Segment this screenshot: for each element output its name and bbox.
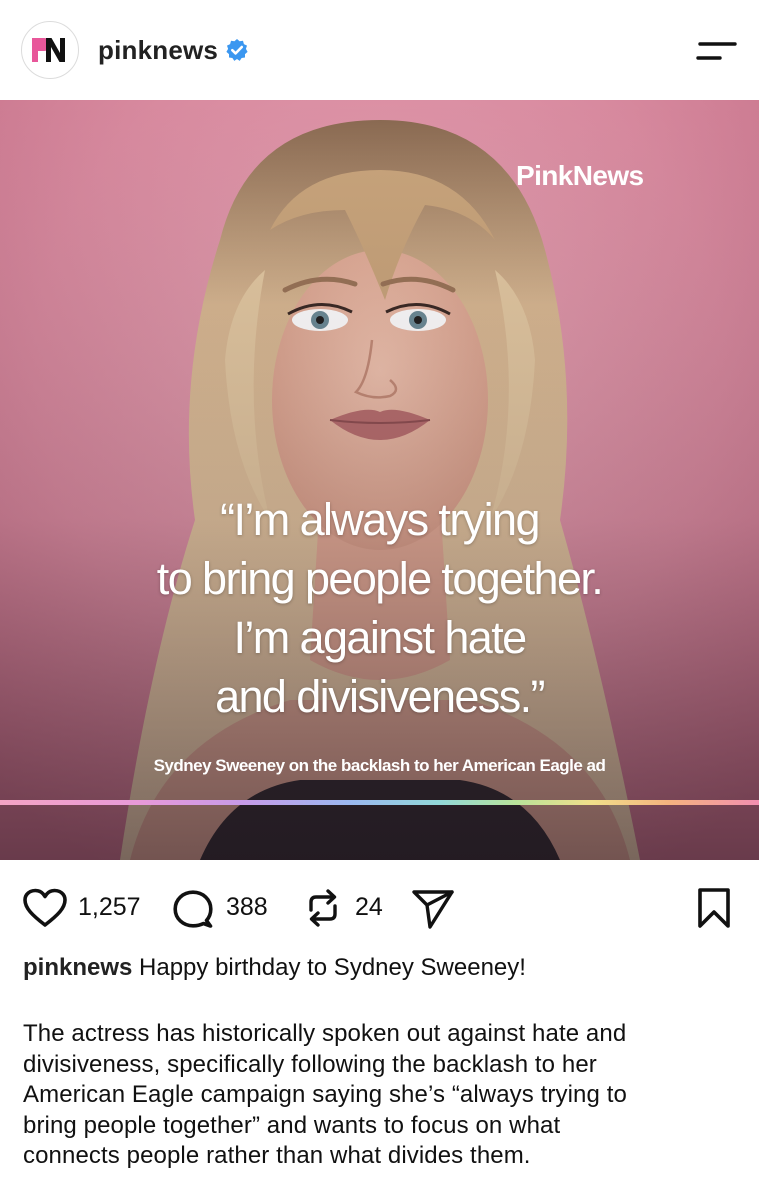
verified-badge-icon [226, 39, 248, 61]
menu-icon[interactable] [696, 40, 738, 62]
quote-line: I’m against hate [233, 612, 527, 663]
post-actions: 1,257 388 24 [0, 876, 759, 940]
portrait-photo [0, 100, 759, 860]
caption-body-line: The actress has historically spoken out … [23, 1020, 627, 1047]
caption-text: Happy birthday to Sydney Sweeney! [139, 954, 526, 981]
caption-body: The actress has historically spoken out … [23, 1019, 735, 1172]
rainbow-divider [0, 800, 759, 805]
caption-username[interactable]: pinknews [23, 954, 132, 981]
like-count[interactable]: 1,257 [78, 892, 141, 922]
quote-line: to bring people together. [156, 553, 604, 604]
caption-body-line: bring people together” and wants to focu… [23, 1111, 561, 1139]
quote-line: and divisiveness.” [215, 671, 545, 722]
repost-count[interactable]: 24 [355, 892, 383, 922]
share-icon[interactable] [410, 888, 456, 930]
pinknews-logo-icon [32, 38, 65, 62]
avatar[interactable] [21, 21, 79, 79]
quote-line: “I’m always trying [220, 494, 540, 545]
bookmark-icon[interactable] [696, 887, 732, 929]
comment-icon[interactable] [172, 889, 214, 929]
caption-body-line: divisiveness, specifically following the… [23, 1050, 597, 1078]
quote-attribution: Sydney Sweeney on the backlash to her Am… [153, 756, 606, 775]
post-header: pinknews [0, 0, 759, 100]
pinknews-watermark: PinkNews [516, 160, 644, 191]
post-image[interactable]: PinkNews “I’m always trying to bring peo… [0, 100, 759, 860]
comment-count[interactable]: 388 [226, 892, 268, 922]
quote-text: “I’m always trying to bring people toget… [0, 490, 759, 726]
heart-icon[interactable] [22, 888, 68, 928]
repost-icon[interactable] [303, 888, 343, 928]
caption-first-line: pinknews Happy birthday to Sydney Sweene… [23, 953, 733, 983]
account-username[interactable]: pinknews [98, 34, 218, 66]
caption-body-line: connects people rather than what divides… [23, 1142, 531, 1169]
caption-body-line: American Eagle campaign saying she’s “al… [23, 1081, 627, 1108]
